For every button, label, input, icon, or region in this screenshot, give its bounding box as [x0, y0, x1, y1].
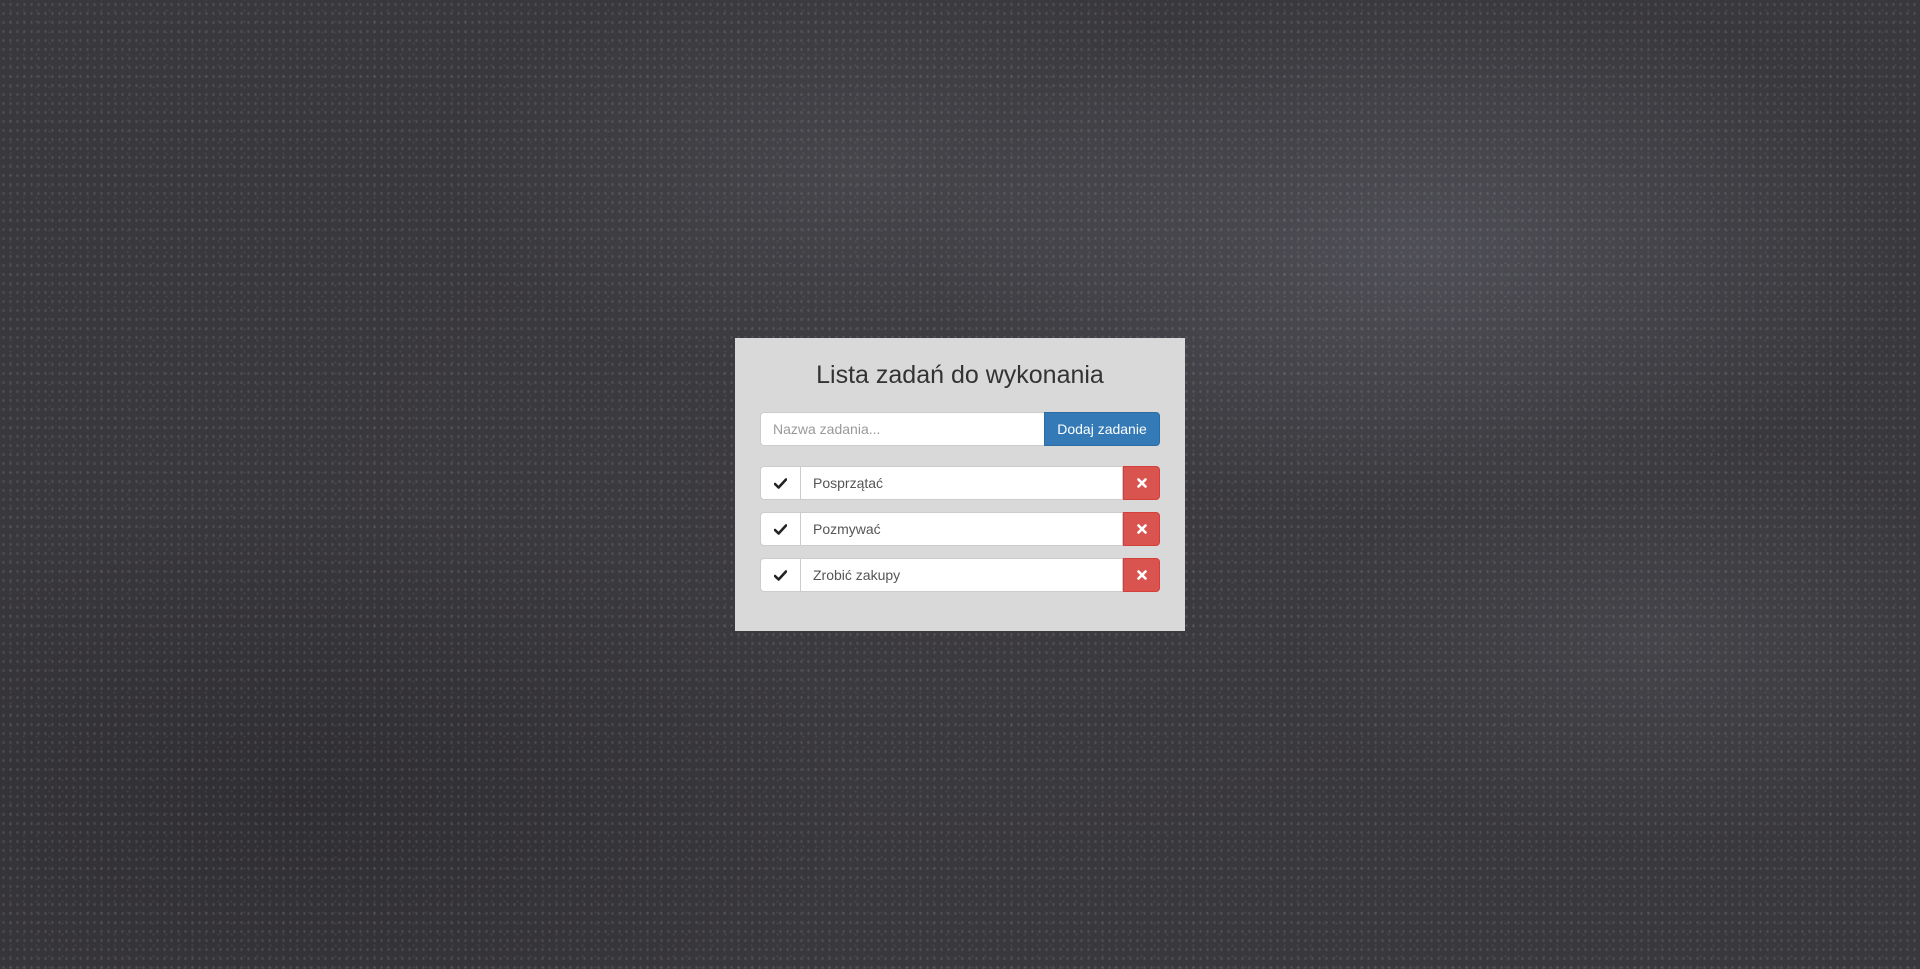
check-icon: [774, 569, 787, 581]
mark-done-button[interactable]: [760, 558, 800, 592]
task-label: Posprzątać: [800, 466, 1123, 500]
task-label: Pozmywać: [800, 512, 1123, 546]
mark-done-button[interactable]: [760, 512, 800, 546]
mark-done-button[interactable]: [760, 466, 800, 500]
task-item: Posprzątać: [760, 466, 1160, 500]
task-name-input[interactable]: [760, 412, 1044, 446]
check-icon: [774, 477, 787, 489]
task-item: Zrobić zakupy: [760, 558, 1160, 592]
add-task-form: Dodaj zadanie: [760, 412, 1160, 446]
delete-task-button[interactable]: [1123, 558, 1160, 592]
delete-task-button[interactable]: [1123, 466, 1160, 500]
delete-task-button[interactable]: [1123, 512, 1160, 546]
task-item: Pozmywać: [760, 512, 1160, 546]
add-task-button[interactable]: Dodaj zadanie: [1044, 412, 1160, 446]
page-title: Lista zadań do wykonania: [816, 361, 1104, 389]
todo-panel: Lista zadań do wykonania Dodaj zadanie P…: [735, 338, 1185, 631]
close-icon: [1136, 524, 1147, 534]
task-label: Zrobić zakupy: [800, 558, 1123, 592]
check-icon: [774, 523, 787, 535]
close-icon: [1136, 570, 1147, 580]
task-list: Posprzątać Pozmywać Zrobić zakupy: [760, 466, 1160, 592]
close-icon: [1136, 478, 1147, 488]
